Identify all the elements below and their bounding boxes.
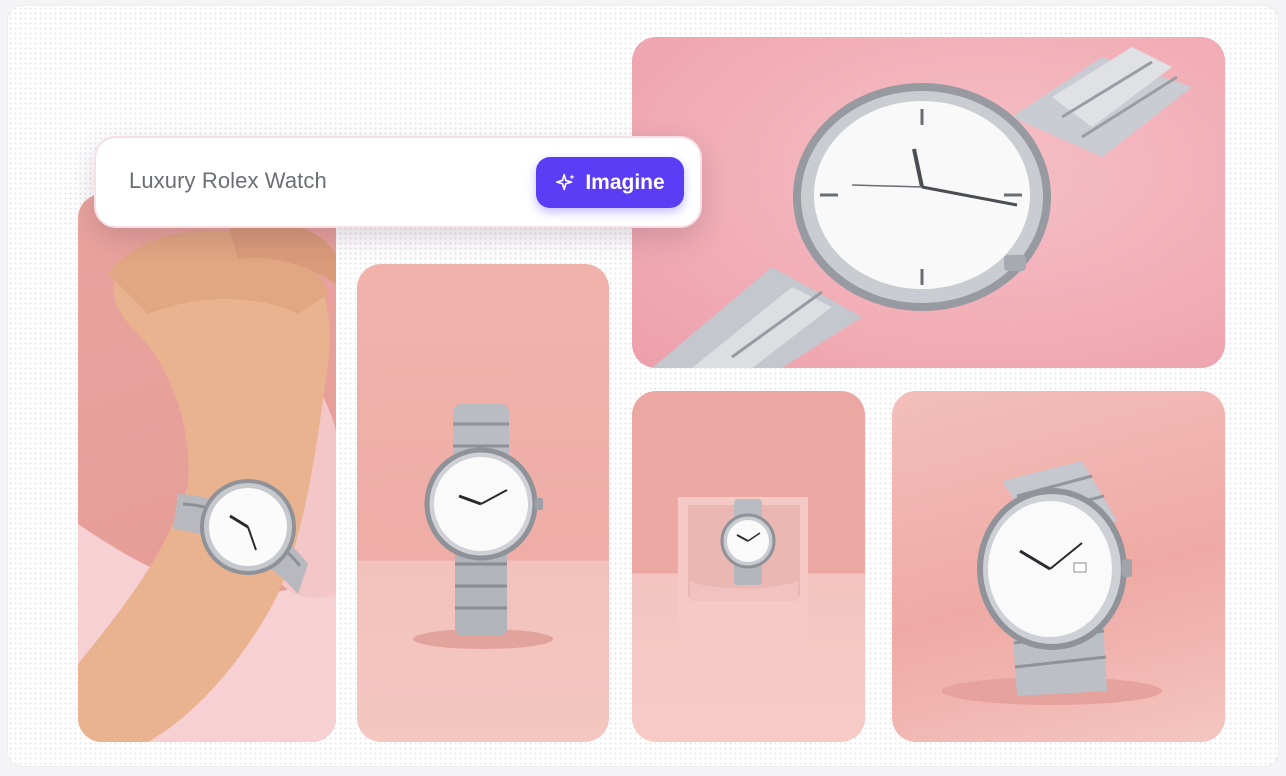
watch-in-box-image[interactable] xyxy=(632,391,865,742)
watch-on-wrist-image[interactable] xyxy=(78,194,336,742)
angled-watch-image[interactable] xyxy=(892,391,1225,742)
gallery-canvas xyxy=(8,6,1278,766)
prompt-input[interactable]: Luxury Rolex Watch xyxy=(129,168,327,194)
prompt-bar: Luxury Rolex Watch Imagine xyxy=(94,136,702,228)
sparkle-icon xyxy=(556,173,576,190)
standing-watch-image[interactable] xyxy=(357,264,609,742)
imagine-button-label: Imagine xyxy=(585,170,665,194)
imagine-button[interactable]: Imagine xyxy=(536,157,684,208)
watch-closeup-image[interactable] xyxy=(632,37,1225,368)
